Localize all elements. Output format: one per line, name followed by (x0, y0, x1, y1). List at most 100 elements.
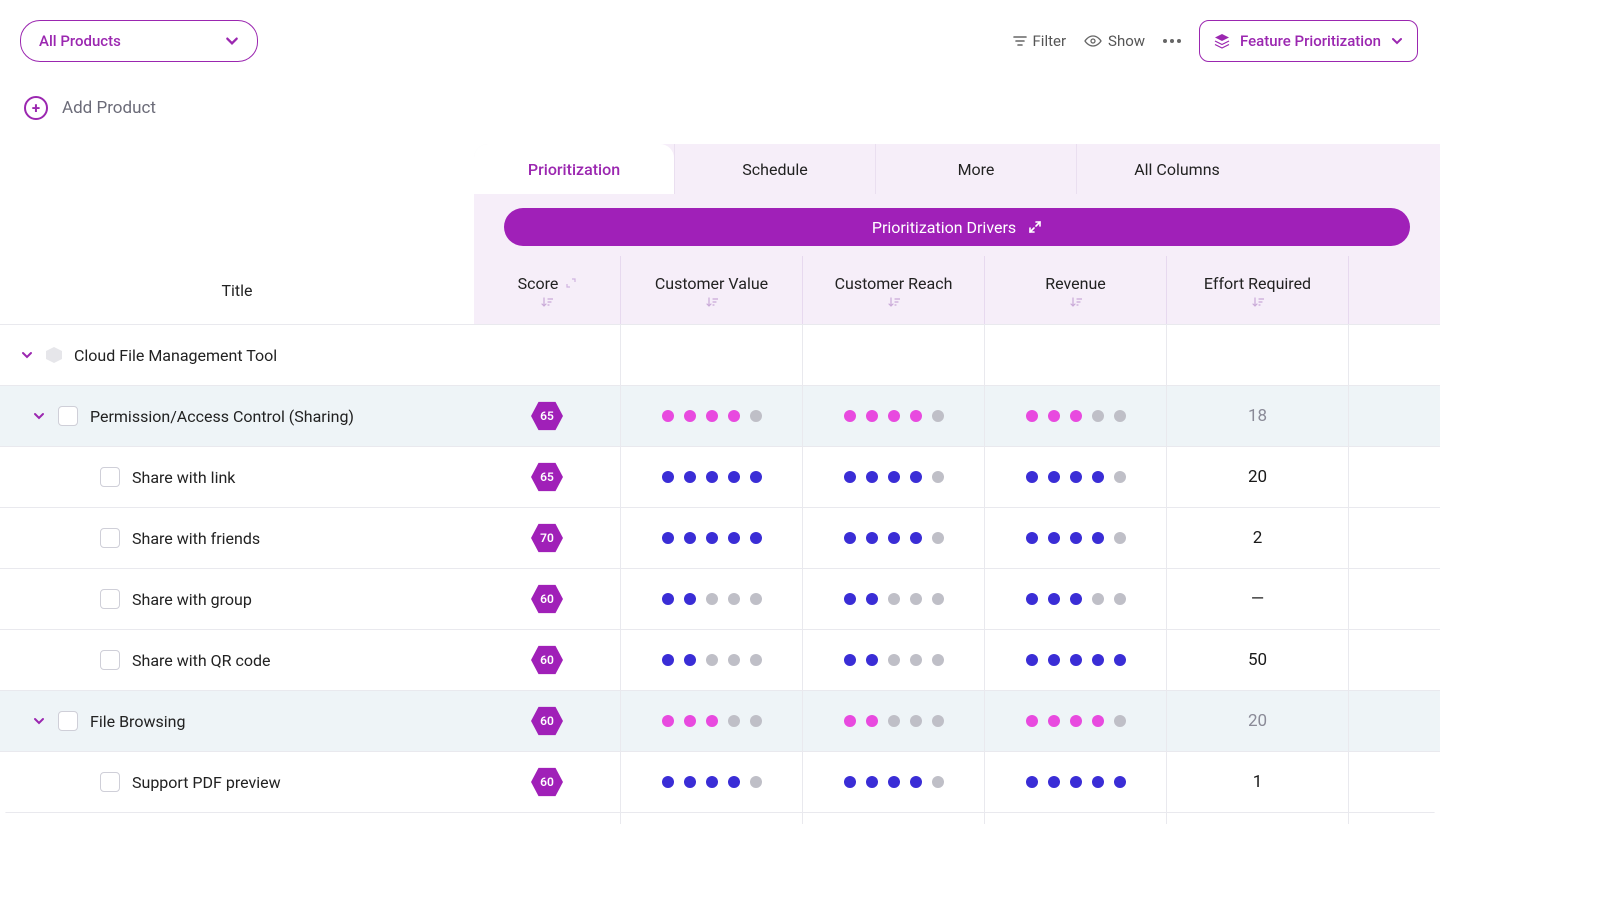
column-header-title[interactable]: Title (0, 256, 474, 324)
row-spacer (1348, 385, 1440, 446)
column-header-customer-value[interactable]: Customer Value (620, 256, 802, 324)
row-title[interactable]: Permission/Access Control (Sharing) (0, 385, 474, 446)
dot-icon (932, 593, 944, 605)
dot-icon (684, 471, 696, 483)
tab-prioritization[interactable]: Prioritization (474, 144, 674, 194)
dot-icon (706, 593, 718, 605)
dot-icon (1092, 471, 1104, 483)
row-checkbox[interactable] (100, 650, 120, 670)
dot-icon (750, 471, 762, 483)
product-selector[interactable]: All Products (20, 20, 258, 62)
rating-dots[interactable] (620, 446, 802, 507)
row-title[interactable]: Cloud File Management Tool (0, 324, 474, 385)
rating-dots[interactable] (802, 446, 984, 507)
dot-icon (706, 532, 718, 544)
rating-dots[interactable] (802, 751, 984, 812)
dot-icon (910, 776, 922, 788)
tab-all-columns[interactable]: All Columns (1076, 144, 1277, 194)
rating-dots[interactable] (620, 385, 802, 446)
more-menu[interactable] (1163, 39, 1181, 43)
rating-dots[interactable] (620, 751, 802, 812)
row-title[interactable]: Share with group (0, 568, 474, 629)
tab-schedule[interactable]: Schedule (674, 144, 875, 194)
row-checkbox[interactable] (58, 711, 78, 731)
row-spacer (1348, 751, 1440, 812)
dot-icon (706, 410, 718, 422)
column-header-revenue[interactable]: Revenue (984, 256, 1166, 324)
view-selector[interactable]: Feature Prioritization (1199, 20, 1418, 62)
row-checkbox[interactable] (100, 589, 120, 609)
prioritization-drivers-button[interactable]: Prioritization Drivers (504, 208, 1410, 246)
rating-dots[interactable] (802, 568, 984, 629)
rating-dots[interactable] (984, 507, 1166, 568)
row-title[interactable]: File Browsing (0, 690, 474, 751)
effort-cell[interactable]: 20 (1166, 690, 1348, 751)
rating-dots[interactable] (984, 629, 1166, 690)
row-checkbox[interactable] (100, 528, 120, 548)
drivers-label: Prioritization Drivers (872, 218, 1016, 237)
rating-dots[interactable] (802, 507, 984, 568)
column-header-customer-reach[interactable]: Customer Reach (802, 256, 984, 324)
filter-label: Filter (1033, 32, 1067, 50)
chevron-down-icon[interactable] (20, 348, 34, 362)
row-title[interactable]: Share with friends (0, 507, 474, 568)
dot-icon (662, 410, 674, 422)
effort-cell[interactable]: 1 (1166, 812, 1348, 824)
row-title[interactable]: Share with QR code (0, 629, 474, 690)
effort-cell[interactable]: 20 (1166, 446, 1348, 507)
dot-icon (888, 410, 900, 422)
dot-icon (1048, 532, 1060, 544)
dot-icon (706, 715, 718, 727)
rating-dots[interactable] (620, 690, 802, 751)
row-checkbox[interactable] (100, 467, 120, 487)
row-checkbox[interactable] (100, 772, 120, 792)
filter-button[interactable]: Filter (1013, 32, 1067, 50)
dot-icon (910, 593, 922, 605)
show-button[interactable]: Show (1084, 32, 1145, 50)
dot-icon (1092, 593, 1104, 605)
rating-dots[interactable] (984, 568, 1166, 629)
dot-icon (706, 471, 718, 483)
column-header-effort[interactable]: Effort Required (1166, 256, 1348, 324)
effort-cell[interactable]: 2 (1166, 507, 1348, 568)
add-product-button[interactable]: + Add Product (0, 62, 1440, 144)
dot-icon (1026, 593, 1038, 605)
column-header-score[interactable]: Score (474, 256, 620, 324)
dot-icon (1070, 471, 1082, 483)
row-title[interactable]: Support PDF preview (0, 751, 474, 812)
rating-dots[interactable] (984, 446, 1166, 507)
effort-cell[interactable]: 1 (1166, 751, 1348, 812)
rating-dots[interactable] (620, 568, 802, 629)
layers-icon (1214, 33, 1230, 49)
rating-dots[interactable] (620, 812, 802, 824)
row-checkbox[interactable] (58, 406, 78, 426)
rating-dots[interactable] (802, 690, 984, 751)
effort-cell[interactable]: 18 (1166, 385, 1348, 446)
dot-icon (1026, 471, 1038, 483)
score-badge: 60 (530, 584, 564, 614)
row-title[interactable]: Support PDF preview (0, 812, 474, 824)
effort-cell[interactable]: — (1166, 568, 1348, 629)
rating-dots[interactable] (802, 385, 984, 446)
eye-icon (1084, 34, 1102, 48)
effort-cell[interactable]: 50 (1166, 629, 1348, 690)
rating-dots[interactable] (802, 812, 984, 824)
dot-icon (1048, 410, 1060, 422)
row-spacer (1348, 690, 1440, 751)
effort-cell[interactable] (1166, 324, 1348, 385)
rating-dots[interactable] (984, 385, 1166, 446)
dot-icon (750, 593, 762, 605)
rating-dots[interactable] (620, 629, 802, 690)
rating-dots[interactable] (802, 629, 984, 690)
chevron-down-icon[interactable] (32, 409, 46, 423)
rating-dots[interactable] (984, 690, 1166, 751)
dot-icon (1026, 776, 1038, 788)
dot-icon (866, 776, 878, 788)
chevron-down-icon[interactable] (32, 714, 46, 728)
rating-dots[interactable] (984, 751, 1166, 812)
rating-dots[interactable] (984, 812, 1166, 824)
row-title[interactable]: Share with link (0, 446, 474, 507)
tab-more[interactable]: More (875, 144, 1076, 194)
rating-dots[interactable] (620, 507, 802, 568)
dot-icon (728, 471, 740, 483)
